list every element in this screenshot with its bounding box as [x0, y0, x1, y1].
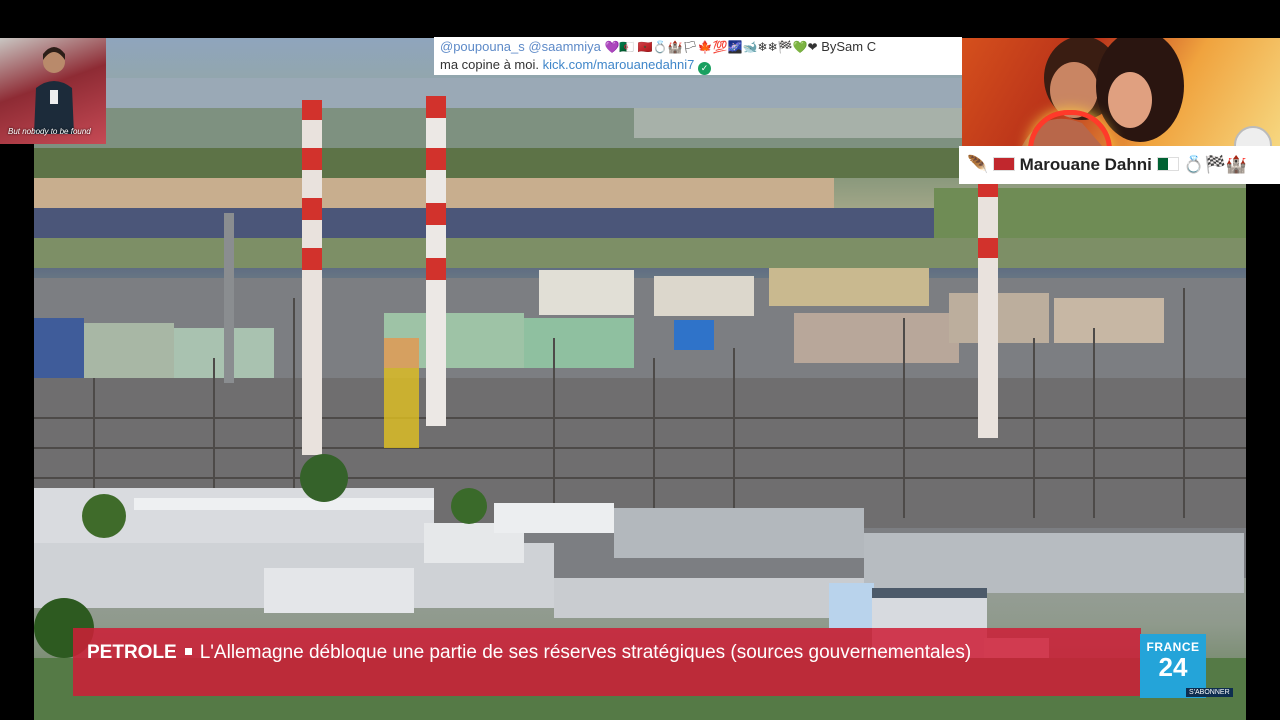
chat-signature: BySam C [821, 39, 877, 54]
streamer-name: Marouane Dahni [1019, 155, 1152, 174]
webcam-overlay: But nobody to be found [0, 38, 106, 144]
news-ticker-banner: PETROLE L'Allemagne débloque une partie d… [73, 628, 1141, 696]
chat-username-2[interactable]: @saammiya [528, 39, 600, 54]
chat-emojis: 💜🇩🇿 🇲🇦💍🏰🏳🍁💯🌌🐋❄❄🏁💚❤ [604, 40, 818, 54]
chat-line-1: @poupouna_s @saammiya 💜🇩🇿 🇲🇦💍🏰🏳🍁💯🌌🐋❄❄🏁💚❤… [440, 38, 956, 56]
chat-username-1[interactable]: @poupouna_s [440, 39, 525, 54]
webcam-caption: But nobody to be found [8, 127, 91, 136]
chat-message: @poupouna_s @saammiya 💜🇩🇿 🇲🇦💍🏰🏳🍁💯🌌🐋❄❄🏁💚❤… [434, 37, 962, 75]
chat-line-2: ma copine à moi. kick.com/marouanedahni7… [440, 56, 956, 75]
headline-keyword: PETROLE [87, 642, 177, 663]
headline-text: L'Allemagne débloque une partie de ses r… [199, 642, 972, 663]
streamer-name-bar: 🪶 Marouane Dahni 💍🏁🏰 [959, 146, 1280, 184]
check-circle-icon: ✓ [698, 62, 711, 75]
chat-link[interactable]: kick.com/marouanedahni7 [543, 57, 695, 72]
couple-illustration [1022, 38, 1184, 146]
couple-art-overlay [962, 38, 1280, 146]
feather-emoji: 🪶 [967, 155, 989, 174]
stream-screen: But nobody to be found @poupouna_s @saam… [0, 0, 1280, 720]
separator-square-icon [184, 647, 192, 655]
morocco-flag-icon [992, 157, 1015, 171]
algeria-flag-icon [1156, 157, 1179, 171]
logo-line-2: 24 [1158, 652, 1188, 682]
streamer-avatar [34, 47, 74, 134]
subscribe-button[interactable]: S'ABONNER [1186, 688, 1233, 697]
namebar-emojis: 💍🏁🏰 [1183, 155, 1247, 174]
chat-text: ma copine à moi. [440, 57, 539, 72]
